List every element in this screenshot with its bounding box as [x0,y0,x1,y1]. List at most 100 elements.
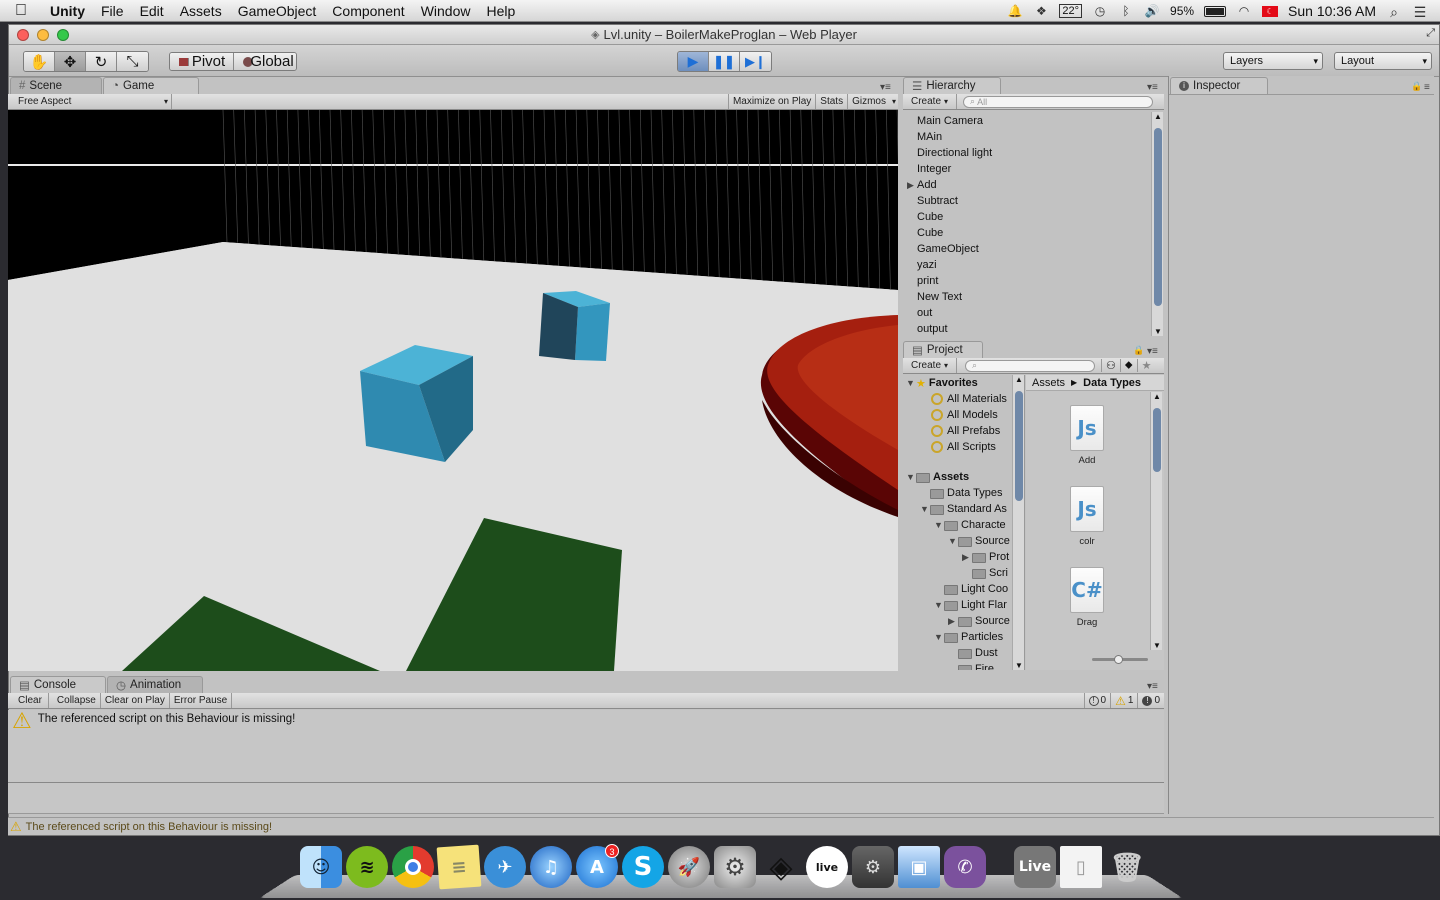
scroll-down-icon[interactable]: ▼ [1154,327,1162,336]
menu-window[interactable]: Window [413,3,479,19]
hierarchy-item[interactable]: Cube [903,225,1164,241]
hand-tool-icon[interactable]: ✋ [24,52,55,71]
battery-icon[interactable] [1204,5,1227,17]
asset-folder[interactable]: Dust [903,645,1024,661]
favorite-item[interactable]: All Prefabs [903,423,1024,439]
close-window-button[interactable] [17,29,29,41]
zoom-window-button[interactable] [57,29,69,41]
filter-by-label-icon[interactable]: ⬥ [1119,359,1137,372]
hierarchy-item[interactable]: Integer [903,161,1164,177]
asset-folder[interactable]: ▼ Source [903,533,1024,549]
temperature-readout[interactable]: 22° [1059,4,1083,18]
error-count-toggle[interactable]: ! 0 [1138,693,1164,708]
hierarchy-item[interactable]: MAin [903,129,1164,145]
favorite-item[interactable]: All Materials [903,391,1024,407]
spotlight-search-icon[interactable]: ⌕ [1386,4,1402,20]
stats-toggle[interactable]: Stats [816,94,849,109]
asset-folder[interactable]: Scri [903,565,1024,581]
hierarchy-menu-icon[interactable]: ▾≡ [1147,82,1158,93]
hierarchy-item[interactable]: output [903,321,1164,337]
project-search-field[interactable]: ⌕ [965,359,1096,372]
pause-button[interactable]: ❚❚ [709,52,740,71]
step-button[interactable]: ▶❙ [740,52,771,71]
inspector-lock-icon[interactable]: 🔒 [1411,81,1422,92]
tree-scroll-up-icon[interactable]: ▲ [1015,375,1023,384]
favorite-item[interactable]: All Scripts [903,439,1024,455]
filter-by-type-icon[interactable]: ⚇ [1101,359,1120,372]
tab-game[interactable]: ◔ Game [103,77,199,94]
icon-size-slider[interactable] [1092,655,1148,664]
tree-arrow-icon[interactable]: ▶ [948,616,958,627]
minimize-window-button[interactable] [37,29,49,41]
tree-arrow-icon[interactable]: ▼ [934,600,944,610]
play-button[interactable]: ▶ [678,52,709,71]
menu-file[interactable]: File [93,3,132,19]
hierarchy-item[interactable]: ▶ Add [903,177,1164,193]
window-titlebar[interactable]: ◈ Lvl.unity – BoilerMakeProglan – Web Pl… [9,25,1439,45]
tree-arrow-icon[interactable]: ▶ [962,552,972,563]
console-collapse-toggle[interactable]: Collapse [49,693,101,708]
notification-center-icon[interactable]: ☰ [1412,4,1428,20]
asset-item[interactable]: Js Add [1057,405,1117,466]
tree-scroll-thumb[interactable] [1015,391,1023,501]
volume-icon[interactable]: 🔊 [1144,4,1160,18]
move-tool-icon[interactable]: ✥ [55,52,86,71]
favorite-star-icon[interactable]: ★ [1136,359,1156,372]
spotify-icon[interactable]: ≋ [346,846,388,888]
layout-dropdown[interactable]: Layout [1334,52,1432,70]
launchpad-icon[interactable]: 🚀 [668,846,710,888]
menu-gameobject[interactable]: GameObject [230,3,325,19]
collapse-arrow-icon[interactable]: ▼ [906,472,916,482]
menu-component[interactable]: Component [324,3,412,19]
chrome-icon[interactable] [392,846,434,888]
tree-scroll-down-icon[interactable]: ▼ [1015,661,1023,670]
scroll-up-icon[interactable]: ▲ [1154,112,1162,121]
wifi-icon[interactable]: ◠ [1236,4,1252,18]
menu-app-name[interactable]: Unity [42,3,93,19]
hierarchy-item[interactable]: print [903,273,1164,289]
steam-icon[interactable]: ⚙ [852,846,894,888]
stickies-icon[interactable]: ≡ [436,844,482,890]
assets-root[interactable]: ▼ Assets [903,469,1024,485]
battery-percent[interactable]: 95% [1170,4,1194,18]
project-tree-scrollbar[interactable]: ▲ ▼ [1012,375,1024,670]
hierarchy-item[interactable]: Subtract [903,193,1164,209]
breadcrumb-current[interactable]: Data Types [1083,377,1141,389]
scale-tool-icon[interactable]: ⤡ [117,52,148,71]
global-button[interactable]: Global [234,53,296,70]
asset-folder[interactable]: ▼ Particles [903,629,1024,645]
tab-animation[interactable]: ◷ Animation [107,676,203,693]
console-clear-on-play-toggle[interactable]: Clear on Play [101,693,170,708]
tab-console[interactable]: ▤ Console [10,676,106,693]
hierarchy-scroll-thumb[interactable] [1154,128,1162,306]
tab-hierarchy[interactable]: ☰ Hierarchy [903,77,1001,94]
asset-item[interactable]: C# Drag [1057,567,1117,628]
layers-dropdown[interactable]: Layers [1223,52,1323,70]
pivot-button[interactable]: Pivot [170,53,234,70]
asset-folder[interactable]: Light Coo [903,581,1024,597]
hierarchy-item[interactable]: Directional light [903,145,1164,161]
collapse-arrow-icon[interactable]: ▼ [906,378,916,388]
menu-help[interactable]: Help [478,3,523,19]
console-error-pause-toggle[interactable]: Error Pause [170,693,233,708]
asset-scroll-thumb[interactable] [1153,408,1161,472]
slider-knob[interactable] [1114,655,1123,664]
hierarchy-search-field[interactable]: ⌕ All [963,95,1154,108]
project-menu-icon[interactable]: ▾≡ [1147,346,1158,357]
asset-scrollbar[interactable]: ▲ ▼ [1150,392,1162,650]
aspect-dropdown[interactable]: Free Aspect ▾ [8,94,172,109]
favorites-header[interactable]: ▼ ★ Favorites [903,375,1024,391]
ableton-live-icon[interactable]: live [806,846,848,888]
project-lock-icon[interactable]: 🔒 [1133,345,1144,356]
hierarchy-item[interactable]: GameObject [903,241,1164,257]
live-folder-icon[interactable]: Live [1014,846,1056,888]
tree-arrow-icon[interactable]: ▼ [948,536,958,546]
hierarchy-item[interactable]: Main Camera [903,113,1164,129]
menubar-clock[interactable]: Sun 10:36 AM [1288,3,1376,19]
tree-arrow-icon[interactable]: ▼ [934,520,944,530]
menu-assets[interactable]: Assets [172,3,230,19]
console-menu-icon[interactable]: ▾≡ [1147,681,1158,692]
console-log-entry[interactable]: ⚠ The referenced script on this Behaviou… [8,710,1164,736]
project-create-dropdown[interactable]: Create ▾ [903,358,958,373]
inspector-menu-icon[interactable]: ≡ [1424,82,1430,93]
